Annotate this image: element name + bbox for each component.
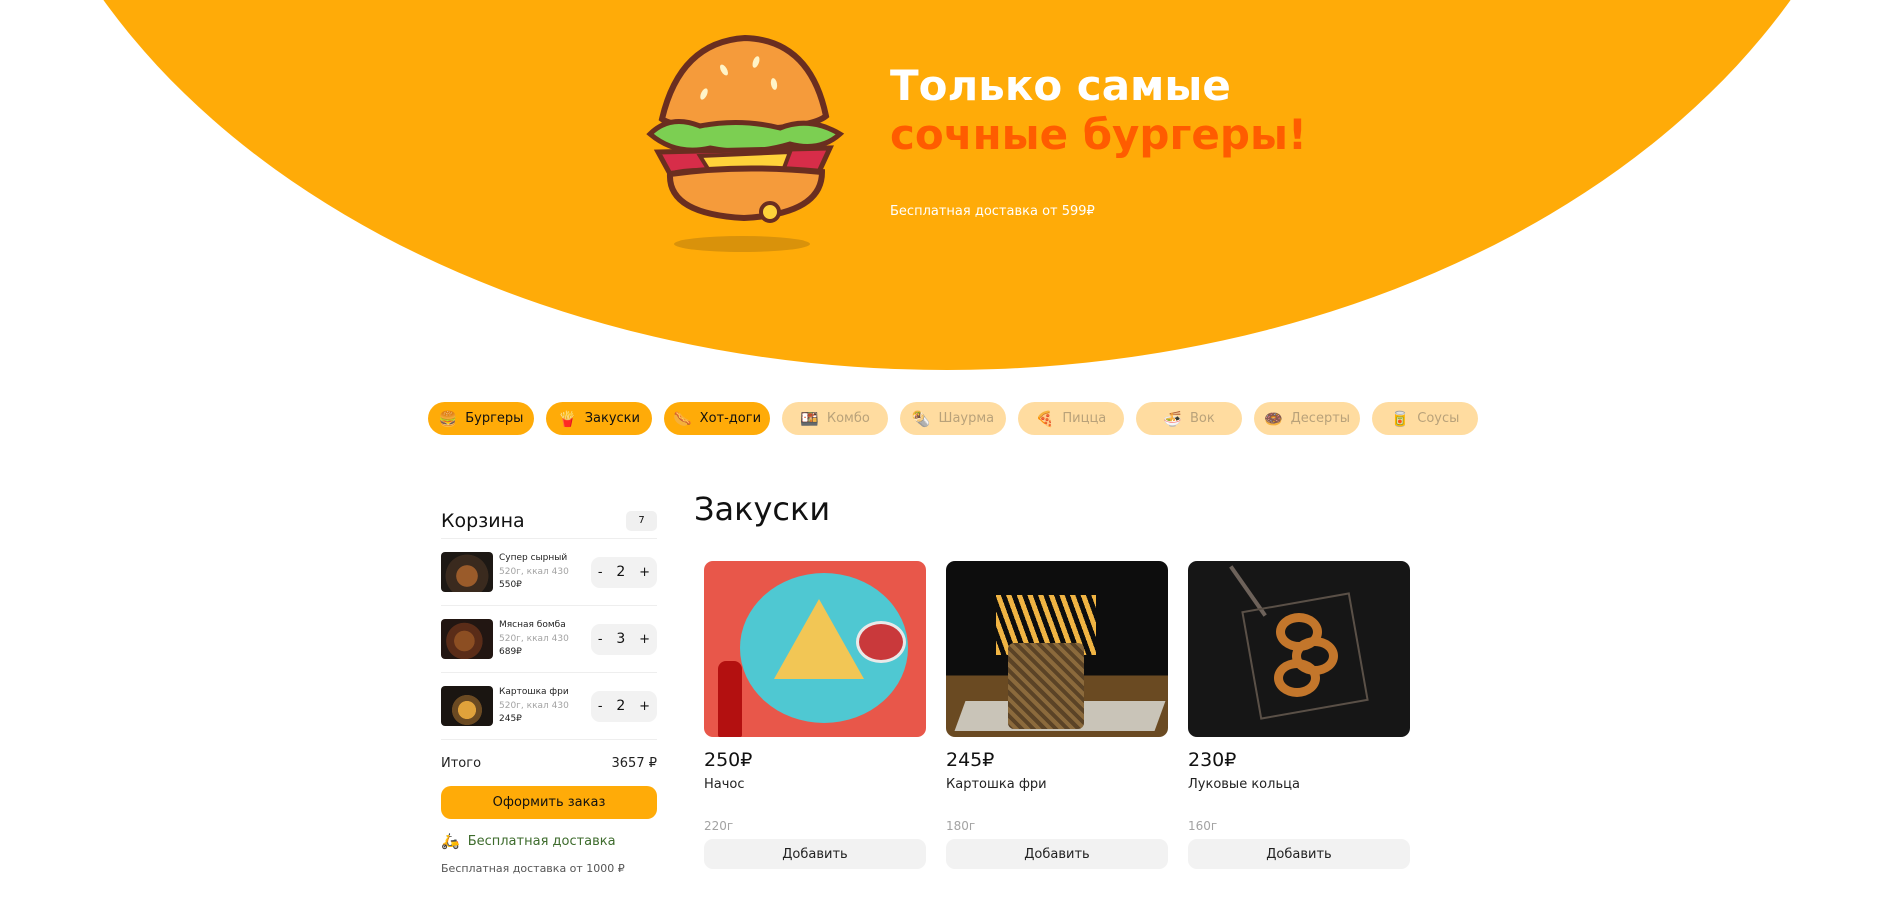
product-image[interactable] xyxy=(704,561,926,737)
hero-title-line1: Только самые xyxy=(890,61,1231,110)
cart-item-name: Мясная бомба xyxy=(499,620,566,630)
product-price: 245₽ xyxy=(946,749,995,771)
quantity-stepper: - 2 + xyxy=(591,556,657,588)
product-card: 245₽ Картошка фри 180г Добавить xyxy=(946,561,1168,869)
cart-item: Супер сырный 520г, ккал 430 550₽ - 2 + xyxy=(441,539,657,606)
category-shawarma[interactable]: 🌯 Шаурма xyxy=(900,402,1006,435)
increment-button[interactable]: + xyxy=(639,565,650,580)
category-label: Соусы xyxy=(1417,411,1460,426)
wok-icon: 🍜 xyxy=(1163,409,1182,428)
cart: Корзина 7 Супер сырный 520г, ккал 430 55… xyxy=(441,503,657,875)
product-card: 250₽ Начос 220г Добавить xyxy=(704,561,926,869)
cart-item-price: 550₽ xyxy=(499,580,522,590)
hotdog-icon: 🌭 xyxy=(672,409,692,428)
category-label: Пицца xyxy=(1062,411,1107,426)
product-price: 250₽ xyxy=(704,749,753,771)
section-title: Закуски xyxy=(694,490,831,528)
category-pizza[interactable]: 🍕 Пицца xyxy=(1018,402,1124,435)
add-to-cart-button[interactable]: Добавить xyxy=(704,839,926,869)
category-label: Хот-доги xyxy=(699,411,762,426)
sauce-icon: 🥫 xyxy=(1390,409,1410,428)
category-hotdogs[interactable]: 🌭 Хот-доги xyxy=(664,402,770,435)
free-delivery: 🛵 Бесплатная доставка xyxy=(441,832,657,850)
cart-item-info: Картошка фри 520г, ккал 430 245₽ xyxy=(499,686,591,726)
pizza-icon: 🍕 xyxy=(1035,409,1055,428)
checkout-button[interactable]: Оформить заказ xyxy=(441,786,657,819)
product-weight: 160г xyxy=(1188,819,1218,833)
combo-icon: 🍱 xyxy=(800,409,819,428)
cart-item-name: Супер сырный xyxy=(499,553,568,563)
product-name: Начос xyxy=(704,777,745,792)
decrement-button[interactable]: - xyxy=(598,565,603,580)
free-delivery-note: Бесплатная доставка от 1000 ₽ xyxy=(441,862,625,875)
add-to-cart-button[interactable]: Добавить xyxy=(1188,839,1410,869)
cart-item-image xyxy=(441,686,493,726)
product-image[interactable] xyxy=(1188,561,1410,737)
category-label: Вок xyxy=(1189,411,1215,426)
cart-item-price: 245₽ xyxy=(499,714,522,724)
quantity-value: 2 xyxy=(616,564,626,580)
category-snacks[interactable]: 🍟 Закуски xyxy=(546,402,652,435)
category-label: Десерты xyxy=(1290,411,1351,426)
cart-header: Корзина 7 xyxy=(441,503,657,539)
cart-item-image xyxy=(441,552,493,592)
page: Только самые сочные бургеры! Бесплатная … xyxy=(0,0,1894,921)
category-burgers[interactable]: 🍔 Бургеры xyxy=(428,402,534,435)
cart-item-meta: 520г, ккал 430 xyxy=(499,567,569,577)
snack-icon: 🍟 xyxy=(558,409,577,428)
cart-title: Корзина xyxy=(441,509,525,532)
hero-subtitle: Бесплатная доставка от 599₽ xyxy=(890,204,1095,219)
delivery-scooter-icon: 🛵 xyxy=(441,832,460,850)
total-label: Итого xyxy=(441,755,482,771)
cart-item-price: 689₽ xyxy=(499,647,522,657)
cart-item-name: Картошка фри xyxy=(499,687,569,697)
total-value: 3657 ₽ xyxy=(611,755,658,771)
category-sauces[interactable]: 🥫 Соусы xyxy=(1372,402,1478,435)
increment-button[interactable]: + xyxy=(639,632,650,647)
quantity-value: 3 xyxy=(616,631,626,647)
donut-icon: 🍩 xyxy=(1263,409,1283,428)
category-label: Закуски xyxy=(584,411,640,426)
hero-text: Только самые сочные бургеры! Бесплатная … xyxy=(890,61,1308,220)
product-name: Луковые кольца xyxy=(1188,777,1300,792)
category-label: Бургеры xyxy=(465,411,524,426)
quantity-value: 2 xyxy=(616,698,626,714)
cart-item-meta: 520г, ккал 430 xyxy=(499,634,569,644)
cart-item-info: Мясная бомба 520г, ккал 430 689₽ xyxy=(499,619,591,659)
cart-count-badge: 7 xyxy=(626,510,657,531)
burger-illustration xyxy=(646,34,845,252)
category-combo[interactable]: 🍱 Комбо xyxy=(782,402,888,435)
category-desserts[interactable]: 🍩 Десерты xyxy=(1254,402,1360,435)
product-grid: 250₽ Начос 220г Добавить 245₽ Картошка ф… xyxy=(704,561,1410,869)
cart-item: Картошка фри 520г, ккал 430 245₽ - 2 + xyxy=(441,673,657,740)
category-label: Шаурма xyxy=(938,411,995,426)
product-weight: 180г xyxy=(946,819,976,833)
cart-item-image xyxy=(441,619,493,659)
category-label: Комбо xyxy=(826,411,870,426)
category-nav: 🍔 Бургеры 🍟 Закуски 🌭 Хот-доги 🍱 Комбо 🌯… xyxy=(428,402,1478,435)
cart-item-meta: 520г, ккал 430 xyxy=(499,701,569,711)
decrement-button[interactable]: - xyxy=(598,632,603,647)
product-card: 230₽ Луковые кольца 160г Добавить xyxy=(1188,561,1410,869)
quantity-stepper: - 3 + xyxy=(591,623,657,655)
product-name: Картошка фри xyxy=(946,777,1047,792)
shawarma-icon: 🌯 xyxy=(911,409,931,428)
cart-item-info: Супер сырный 520г, ккал 430 550₽ xyxy=(499,552,591,592)
free-delivery-label: Бесплатная доставка xyxy=(467,833,616,849)
quantity-stepper: - 2 + xyxy=(591,690,657,722)
cart-item: Мясная бомба 520г, ккал 430 689₽ - 3 + xyxy=(441,606,657,673)
burger-icon: 🍔 xyxy=(438,409,458,428)
hero-title-line2: сочные бургеры! xyxy=(890,110,1308,159)
add-to-cart-button[interactable]: Добавить xyxy=(946,839,1168,869)
product-weight: 220г xyxy=(704,819,734,833)
product-price: 230₽ xyxy=(1188,749,1237,771)
cart-total: Итого 3657 ₽ xyxy=(441,740,657,786)
product-image[interactable] xyxy=(946,561,1168,737)
category-wok[interactable]: 🍜 Вок xyxy=(1136,402,1242,435)
decrement-button[interactable]: - xyxy=(598,699,603,714)
increment-button[interactable]: + xyxy=(639,699,650,714)
